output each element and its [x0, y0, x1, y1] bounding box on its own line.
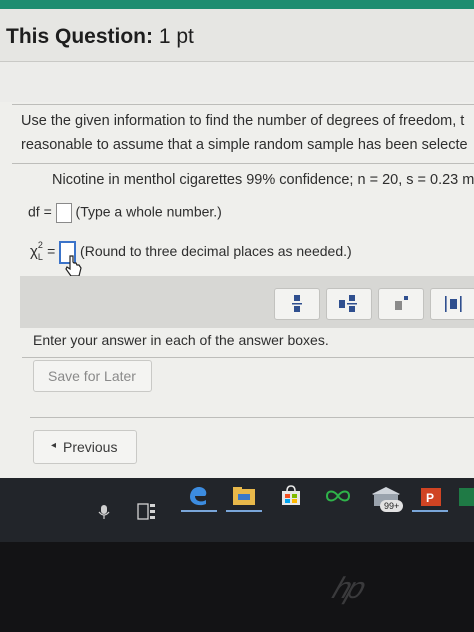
- df-row: df = (Type a whole number.): [28, 203, 222, 223]
- df-answer-box[interactable]: [55, 203, 72, 223]
- mixed-fraction-icon: [339, 295, 357, 312]
- previous-button[interactable]: ◂ Previous: [33, 430, 137, 464]
- previous-label: Previous: [63, 439, 118, 455]
- browser-screen: This Question: 1 pt Use the given inform…: [0, 0, 474, 478]
- task-view-icon[interactable]: [137, 503, 157, 521]
- enter-answer-text: Enter your answer in each of the answer …: [33, 332, 329, 348]
- page-title: This Question: 1 pt: [6, 25, 194, 49]
- exponent-button[interactable]: [378, 288, 424, 320]
- fraction-button[interactable]: [274, 288, 320, 320]
- absolute-value-icon: [445, 296, 462, 312]
- instruction-line-1: Use the given information to find the nu…: [21, 113, 465, 129]
- exponent-icon: [395, 296, 408, 310]
- windows-taskbar: 99+ P: [0, 478, 474, 542]
- question-header: This Question: 1 pt: [0, 9, 474, 62]
- divider: [12, 163, 474, 164]
- df-hint: (Type a whole number.): [75, 203, 222, 220]
- top-accent-bar: [0, 0, 474, 9]
- header-gap: [0, 62, 474, 102]
- df-label: df =: [28, 203, 52, 220]
- math-toolbar: [20, 276, 474, 328]
- fraction-icon: [292, 295, 302, 312]
- divider: [22, 357, 474, 358]
- excel-icon[interactable]: [458, 487, 474, 507]
- title-label: This Question:: [6, 25, 153, 48]
- hp-logo: hp: [328, 572, 368, 605]
- divider: [12, 104, 474, 105]
- chi-label: χL2: [30, 240, 43, 263]
- previous-arrow-icon: ◂: [51, 440, 57, 451]
- store-icon[interactable]: [280, 485, 302, 507]
- infinity-app-icon[interactable]: [324, 488, 352, 504]
- save-for-later-label: Save for Later: [48, 368, 136, 384]
- notification-badge: 99+: [380, 500, 404, 512]
- svg-text:P: P: [426, 491, 434, 505]
- given-data: Nicotine in menthol cigarettes 99% confi…: [52, 172, 474, 188]
- points-value: 1 pt: [158, 25, 194, 48]
- mixed-number-button[interactable]: [326, 288, 372, 320]
- active-app-indicator: [226, 510, 262, 512]
- instruction-line-2: reasonable to assume that a simple rando…: [21, 137, 468, 153]
- edge-browser-icon[interactable]: [186, 483, 210, 507]
- powerpoint-icon[interactable]: P: [420, 487, 442, 507]
- divider: [30, 417, 474, 418]
- active-app-indicator: [412, 510, 448, 512]
- laptop-bezel: hp: [0, 542, 474, 632]
- active-app-indicator: [181, 510, 217, 512]
- save-for-later-button[interactable]: Save for Later: [33, 360, 152, 392]
- chi-equals: =: [47, 243, 56, 260]
- file-explorer-icon[interactable]: [232, 486, 256, 506]
- chi-hint: (Round to three decimal places as needed…: [80, 243, 352, 260]
- absolute-value-button[interactable]: [430, 288, 474, 320]
- microphone-icon[interactable]: [97, 504, 111, 520]
